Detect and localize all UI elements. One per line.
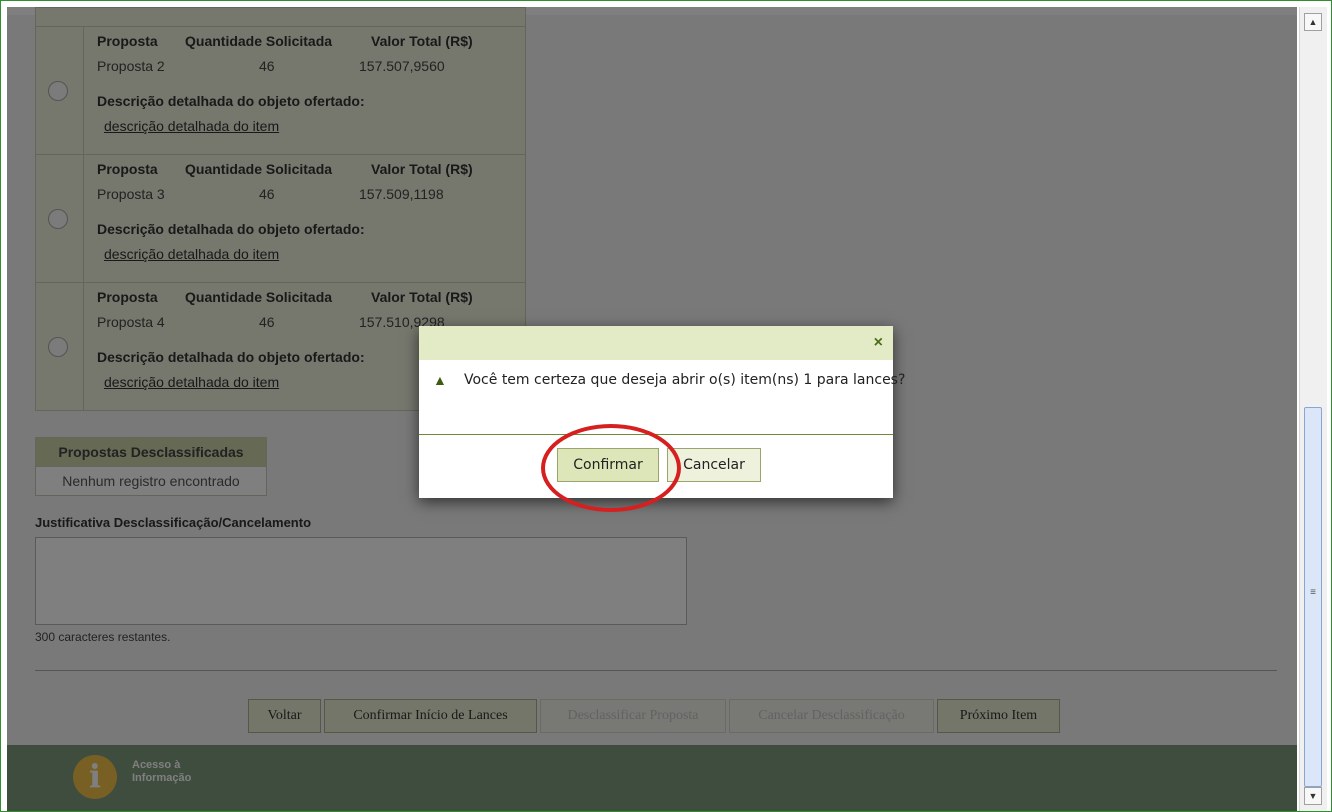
highlight-ring <box>541 424 681 512</box>
cancel-button[interactable]: Cancelar <box>667 448 761 482</box>
scroll-grip-icon: ≡ <box>1310 587 1316 598</box>
dialog-body: ▲ Você tem certeza que deseja abrir o(s)… <box>419 360 905 434</box>
close-icon[interactable]: × <box>874 334 883 352</box>
scroll-up-arrow-icon[interactable]: ▲ <box>1304 13 1322 31</box>
scrollbar-thumb[interactable]: ≡ <box>1304 407 1322 787</box>
browser-frame: Proposta Quantidade Solicitada Valor Tot… <box>0 0 1332 812</box>
warning-icon: ▲ <box>433 372 447 388</box>
dialog-message: Você tem certeza que deseja abrir o(s) i… <box>464 372 906 388</box>
scroll-down-arrow-icon[interactable]: ▼ <box>1304 787 1322 805</box>
vertical-scrollbar[interactable]: ▲ ≡ ▼ <box>1299 7 1327 811</box>
dialog-header: × <box>419 326 893 360</box>
